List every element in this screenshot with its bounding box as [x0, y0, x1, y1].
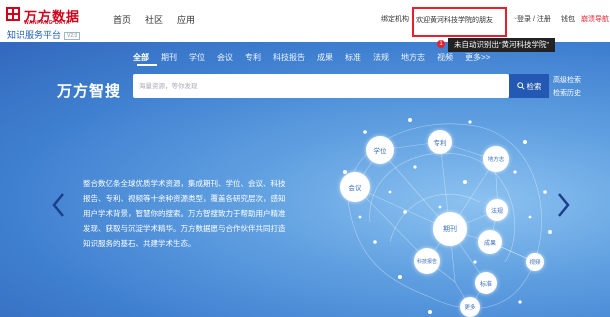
- search-links: 高级检索 检索历史: [553, 74, 581, 100]
- tab-all[interactable]: 全部: [133, 52, 149, 63]
- search-button[interactable]: 检索: [509, 74, 549, 98]
- search-input[interactable]: [139, 79, 439, 93]
- tab-achievements[interactable]: 成果: [317, 52, 333, 63]
- wanfang-logo[interactable]: 万方数据 WANFANG DATA 知识服务平台 V2.0: [6, 6, 106, 41]
- resource-tabs: 全部 期刊 学位 会议 专利 科技报告 成果 标准 法规 地方志 视频 更多>>: [133, 52, 502, 63]
- advanced-search-link[interactable]: 高级检索: [553, 74, 581, 87]
- search-icon: [516, 82, 525, 90]
- brain-node-regulations[interactable]: 法规: [486, 199, 508, 221]
- platform-description: 整合数亿条全球优质学术资源，集成期刊、学位、会议、科技报告、专利、视频等十余种资…: [83, 179, 286, 248]
- notification-count-badge: 1: [437, 40, 445, 48]
- carousel-prev-button[interactable]: [50, 192, 68, 218]
- tab-journals[interactable]: 期刊: [161, 52, 177, 63]
- search-history-link[interactable]: 检索历史: [553, 87, 581, 100]
- active-tab-underline: [137, 64, 157, 66]
- brain-node-conferences[interactable]: 会议: [340, 172, 370, 202]
- wanfang-logo-mark-icon: [6, 7, 20, 21]
- hero-search-section: 全部 期刊 学位 会议 专利 科技报告 成果 标准 法规 地方志 视频 更多>>…: [0, 42, 610, 317]
- brain-node-videos[interactable]: 视频: [526, 253, 544, 271]
- tab-conferences[interactable]: 会议: [217, 52, 233, 63]
- nav-community[interactable]: 社区: [145, 13, 163, 26]
- main-nav: 首页 社区 应用: [113, 13, 195, 26]
- welcome-message[interactable]: 欢迎黄河科技学院的朋友: [416, 15, 493, 25]
- brain-node-patents[interactable]: 专利: [428, 130, 452, 154]
- tab-more[interactable]: 更多>>: [465, 52, 490, 63]
- bind-org-link[interactable]: 绑定机构: [381, 14, 409, 24]
- tab-standards[interactable]: 标准: [345, 52, 361, 63]
- nav-apps[interactable]: 应用: [177, 13, 195, 26]
- tab-degrees[interactable]: 学位: [189, 52, 205, 63]
- version-badge: V2.0: [64, 31, 81, 40]
- brain-node-local-chronicles[interactable]: 地方志: [483, 146, 509, 172]
- knowledge-brain-graphic: 学位 专利 会议 期刊 地方志 法规 成果 科技报告 标准 视频 更多: [330, 112, 560, 317]
- logo-english: WANFANG DATA: [24, 20, 71, 26]
- logo-subtitle-text: 知识服务平台: [7, 30, 62, 40]
- tab-patents[interactable]: 专利: [245, 52, 261, 63]
- search-button-label: 检索: [526, 81, 542, 91]
- tab-local-chronicles[interactable]: 地方志: [401, 52, 425, 63]
- notification-tooltip: 未自动识别出“黄河科技学院”: [448, 38, 555, 52]
- wallet-link[interactable]: 钱包: [561, 14, 575, 24]
- tab-videos[interactable]: 视频: [437, 52, 453, 63]
- search-brand-title: 万方智搜: [57, 83, 122, 100]
- tab-tech-reports[interactable]: 科技报告: [273, 52, 305, 63]
- logo-subtitle: 知识服务平台 V2.0: [7, 28, 81, 41]
- search-box: [133, 74, 509, 98]
- nav-home[interactable]: 首页: [113, 13, 131, 26]
- brain-node-tech-reports[interactable]: 科技报告: [414, 248, 440, 274]
- feedback-link[interactable]: 崩溃导航: [581, 14, 609, 24]
- login-register-link[interactable]: 登录 / 注册: [517, 14, 551, 24]
- top-navigation-bar: 万方数据 WANFANG DATA 知识服务平台 V2.0 首页 社区 应用 绑定…: [0, 0, 610, 42]
- brain-node-achievements[interactable]: 成果: [478, 230, 502, 254]
- brain-node-degrees[interactable]: 学位: [366, 136, 394, 164]
- chevron-left-icon: [52, 193, 64, 217]
- brain-node-journals[interactable]: 期刊: [433, 212, 467, 246]
- tab-regulations[interactable]: 法规: [373, 52, 389, 63]
- brain-node-more[interactable]: 更多: [460, 297, 480, 317]
- brain-node-standards[interactable]: 标准: [475, 272, 497, 294]
